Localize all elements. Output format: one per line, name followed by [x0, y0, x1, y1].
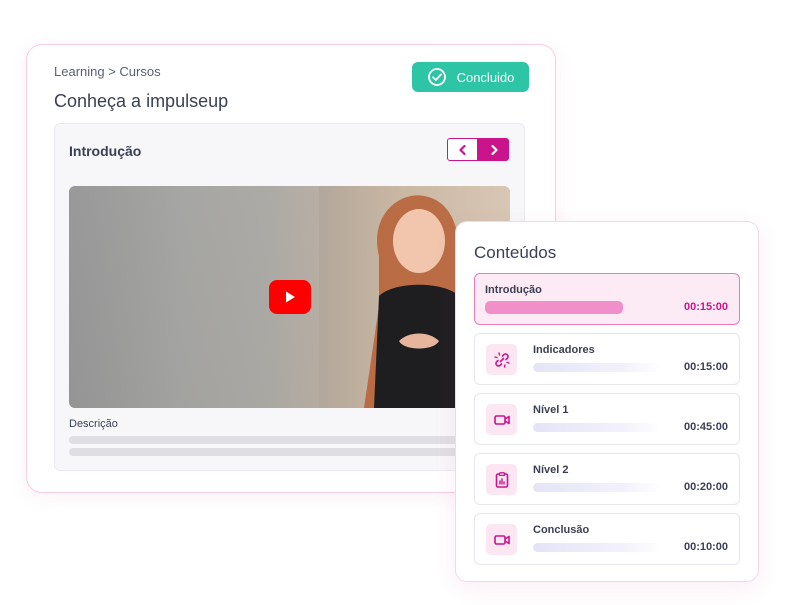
content-item-label: Introdução [485, 284, 542, 296]
play-button[interactable] [269, 280, 311, 314]
page-title: Conheça a impulseup [54, 91, 229, 111]
previous-button[interactable] [447, 138, 478, 161]
content-item-introducao[interactable]: Introdução 00:15:00 [474, 273, 740, 325]
description-placeholder-line [69, 436, 469, 444]
video-player[interactable] [69, 186, 510, 408]
lesson-nav [447, 138, 509, 161]
content-item-conclusao[interactable]: Conclusão 00:10:00 [474, 513, 740, 565]
content-item-nivel-2[interactable]: Nível 2 00:20:00 [474, 453, 740, 505]
breadcrumb[interactable]: Learning > Cursos [54, 64, 161, 79]
description-label: Descrição [69, 418, 118, 430]
content-item-duration: 00:15:00 [683, 361, 728, 373]
content-progress-bar [533, 483, 661, 492]
content-item-duration: 00:15:00 [683, 301, 728, 313]
content-item-duration: 00:10:00 [683, 541, 728, 553]
status-badge[interactable]: Concluido [412, 62, 529, 92]
content-item-nivel-1[interactable]: Nível 1 00:45:00 [474, 393, 740, 445]
content-icon-box [486, 464, 517, 495]
lesson-title: Introdução [69, 143, 142, 159]
content-item-indicadores[interactable]: Indicadores 00:15:00 [474, 333, 740, 385]
video-icon [493, 534, 510, 545]
clipboard-chart-icon [495, 471, 508, 488]
description-placeholder-line [69, 448, 469, 456]
link-broken-icon [493, 351, 510, 368]
status-badge-label: Concluido [456, 69, 515, 85]
content-item-label: Indicadores [533, 344, 595, 356]
content-item-label: Nível 2 [533, 464, 569, 476]
content-progress-bar [533, 363, 661, 372]
chevron-right-icon [490, 144, 498, 155]
content-item-duration: 00:20:00 [683, 481, 728, 493]
video-icon [493, 414, 510, 425]
contents-title: Conteúdos [474, 243, 557, 262]
chevron-left-icon [458, 144, 466, 155]
content-icon-box [486, 524, 517, 555]
content-progress-bar [485, 301, 623, 314]
content-icon-box [486, 404, 517, 435]
content-progress-bar [533, 423, 661, 432]
contents-panel: Conteúdos Introdução 00:15:00 Indicadore… [455, 221, 759, 582]
content-item-label: Conclusão [533, 524, 590, 536]
content-progress-bar [533, 543, 661, 552]
play-icon [286, 291, 295, 303]
content-item-label: Nível 1 [533, 404, 569, 416]
content-icon-box [486, 344, 517, 375]
content-item-duration: 00:45:00 [683, 421, 728, 433]
next-button[interactable] [478, 138, 509, 161]
check-circle-icon [427, 68, 446, 86]
